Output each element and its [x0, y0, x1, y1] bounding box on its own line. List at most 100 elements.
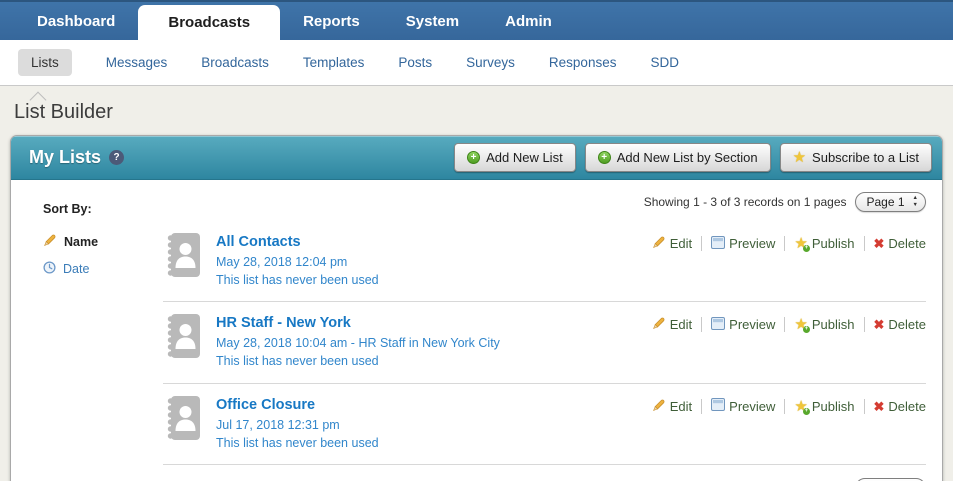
subscribe-to-list-button[interactable]: ★ Subscribe to a List [779, 143, 932, 172]
delete-x-icon: ✖ [873, 398, 885, 414]
page-select[interactable]: Page 1 ▲ ▼ [854, 192, 926, 212]
page-select-value: Page 1 [866, 195, 905, 209]
panel-header: My Lists ? + Add New List + Add New List… [11, 136, 942, 180]
list-status: This list has never been used [216, 273, 379, 288]
sort-option-label: Name [64, 234, 99, 249]
action-label: Edit [669, 236, 693, 251]
green-plus-icon: + [597, 151, 611, 164]
sort-option-label: Date [63, 262, 90, 276]
preview-window-icon [711, 398, 726, 414]
nav-broadcasts[interactable]: Broadcasts [138, 5, 281, 40]
delete-x-icon: ✖ [873, 317, 885, 333]
pencil-icon [652, 235, 666, 252]
action-label: Preview [729, 236, 776, 251]
action-label: Preview [729, 398, 776, 414]
list-title-link[interactable]: All Contacts [216, 234, 301, 250]
green-plus-icon: + [467, 151, 481, 164]
nav-dashboard[interactable]: Dashboard [14, 2, 138, 40]
list-date: May 28, 2018 10:04 am - HR Staff in New … [216, 336, 500, 351]
row-actions: Edit Preview ★ + Publish ✖ Delete [652, 395, 926, 415]
delete-action[interactable]: ✖ Delete [874, 317, 926, 332]
header-buttons: + Add New List + Add New List by Section… [445, 143, 932, 172]
row-actions: Edit Preview ★ + Publish ✖ Delete [652, 313, 926, 334]
pencil-icon [652, 398, 666, 415]
clock-icon [43, 261, 56, 277]
list-title-link[interactable]: Office Closure [216, 397, 315, 413]
publish-star-icon: ★ + [794, 316, 810, 334]
delete-x-icon: ✖ [873, 236, 885, 251]
button-label: Add New List [486, 150, 563, 165]
list-row: Office Closure Jul 17, 2018 12:31 pm Thi… [163, 384, 926, 465]
preview-window-icon [711, 235, 726, 252]
sort-by-name[interactable]: Name [43, 233, 163, 250]
list-date: May 28, 2018 12:04 pm [216, 255, 348, 269]
help-icon[interactable]: ? [109, 150, 125, 165]
action-label: Delete [888, 236, 926, 251]
subnav-surveys[interactable]: Surveys [466, 55, 515, 70]
action-label: Publish [811, 236, 855, 251]
star-icon: ★ [792, 149, 807, 166]
sort-by-date[interactable]: Date [43, 261, 163, 277]
action-label: Publish [811, 317, 855, 333]
nav-reports[interactable]: Reports [280, 2, 383, 40]
add-new-list-by-section-button[interactable]: + Add New List by Section [584, 143, 771, 172]
separator [784, 317, 786, 333]
subnav-broadcasts[interactable]: Broadcasts [201, 55, 269, 70]
list-row: All Contacts May 28, 2018 12:04 pm This … [163, 221, 926, 303]
preview-window-icon [711, 316, 726, 333]
add-new-list-button[interactable]: + Add New List [454, 143, 576, 172]
preview-action[interactable]: Preview [711, 316, 775, 333]
edit-action[interactable]: Edit [652, 398, 692, 415]
preview-action[interactable]: Preview [711, 235, 776, 252]
panel-title: My Lists [29, 147, 102, 167]
nav-system[interactable]: System [383, 2, 482, 40]
edit-action[interactable]: Edit [652, 235, 692, 252]
select-stepper-icon: ▲ ▼ [912, 195, 918, 208]
primary-nav: Dashboard Broadcasts Reports System Admi… [0, 0, 953, 40]
separator [863, 317, 865, 333]
page-title: List Builder [14, 101, 113, 123]
separator [784, 398, 786, 414]
separator [784, 236, 786, 251]
list-info: Office Closure Jul 17, 2018 12:31 pm Thi… [216, 395, 637, 452]
separator [701, 236, 703, 251]
subnav-lists[interactable]: Lists [18, 49, 72, 76]
panel-body: Sort By: Name Date Showing 1 - 3 of 3 re… [11, 180, 942, 481]
address-book-icon [163, 232, 201, 283]
list-info: All Contacts May 28, 2018 12:04 pm This … [216, 232, 637, 289]
separator [701, 398, 703, 414]
publish-action[interactable]: ★ + Publish [794, 397, 855, 415]
pagination-top: Showing 1 - 3 of 3 records on 1 pages Pa… [163, 180, 926, 221]
pencil-icon [652, 316, 666, 333]
publish-star-icon: ★ + [794, 397, 810, 415]
nav-admin[interactable]: Admin [482, 2, 575, 40]
subnav-messages[interactable]: Messages [106, 55, 168, 70]
list-status: This list has never been used [216, 354, 379, 369]
publish-action[interactable]: ★ + Publish [794, 236, 855, 252]
row-actions: Edit Preview ★ + Publish ✖ Delete [652, 232, 926, 252]
subnav-sdd[interactable]: SDD [650, 55, 679, 70]
delete-action[interactable]: ✖ Delete [874, 236, 926, 251]
delete-action[interactable]: ✖ Delete [874, 399, 926, 414]
preview-action[interactable]: Preview [711, 398, 775, 414]
address-book-icon [163, 313, 201, 364]
address-book-icon [163, 395, 201, 446]
pencil-icon [43, 233, 57, 250]
separator [863, 398, 865, 414]
sort-by-label: Sort By: [43, 202, 92, 216]
action-label: Delete [888, 317, 926, 333]
separator [863, 236, 865, 251]
subnav-responses[interactable]: Responses [549, 55, 617, 70]
list-title-link[interactable]: HR Staff - New York [216, 315, 351, 331]
publish-action[interactable]: ★ + Publish [794, 316, 855, 334]
page-content: List Builder My Lists ? + Add New List +… [0, 91, 953, 481]
records-summary: Showing 1 - 3 of 3 records on 1 pages [643, 195, 847, 209]
list-info: HR Staff - New York May 28, 2018 10:04 a… [216, 313, 637, 370]
action-label: Edit [669, 398, 693, 414]
action-label: Edit [669, 317, 693, 333]
button-label: Add New List by Section [616, 150, 758, 165]
edit-action[interactable]: Edit [652, 316, 692, 333]
subnav-posts[interactable]: Posts [398, 55, 432, 70]
secondary-nav: Lists Messages Broadcasts Templates Post… [0, 40, 953, 86]
subnav-templates[interactable]: Templates [303, 55, 365, 70]
